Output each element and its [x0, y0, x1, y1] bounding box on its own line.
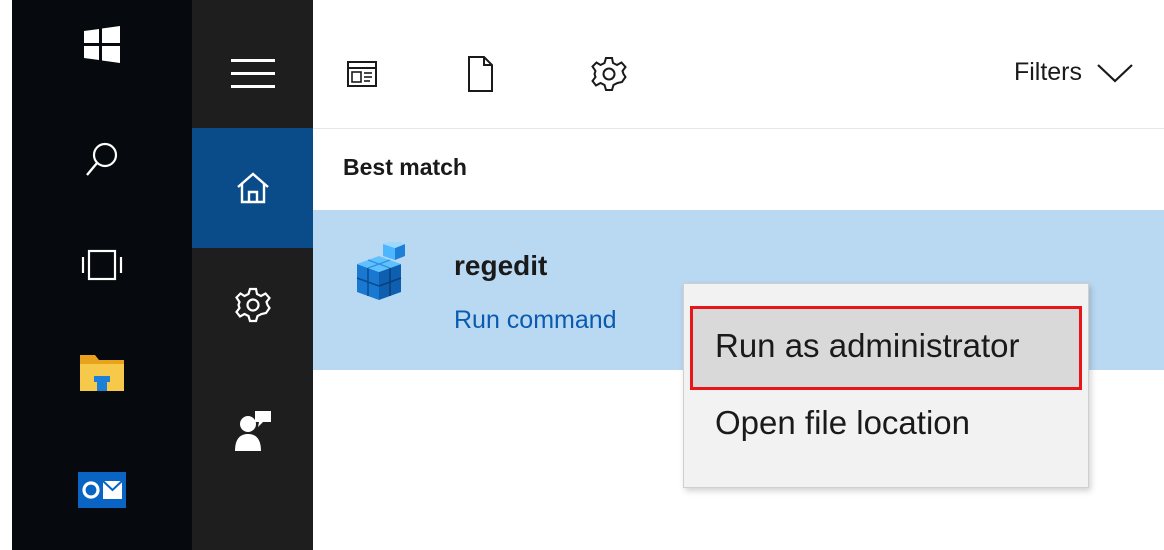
- result-app-name: regedit: [454, 250, 548, 281]
- file-explorer-button[interactable]: [12, 342, 192, 402]
- home-icon: [236, 172, 269, 204]
- documents-icon: [468, 56, 493, 92]
- nav-feedback-button[interactable]: [192, 395, 313, 465]
- outlook-icon: [78, 472, 126, 508]
- documents-filter-button[interactable]: [455, 46, 505, 102]
- menu-item-label: Run as administrator: [715, 327, 1020, 364]
- open-file-location-menu-item[interactable]: Open file location: [684, 394, 1088, 454]
- nav-home-button[interactable]: [192, 128, 313, 248]
- best-match-heading: Best match: [343, 154, 467, 180]
- task-view-icon: [81, 249, 123, 281]
- task-view-button[interactable]: [12, 235, 192, 295]
- filters-label: Filters: [1013, 58, 1082, 86]
- run-as-administrator-menu-item[interactable]: Run as administrator: [684, 306, 1088, 390]
- file-explorer-icon: [80, 355, 124, 391]
- apps-icon: [347, 61, 377, 87]
- settings-icon: [591, 57, 627, 91]
- search-icon: [86, 142, 118, 176]
- start-button[interactable]: [12, 15, 192, 75]
- menu-item-label: Open file location: [715, 404, 970, 441]
- settings-filter-button[interactable]: [584, 46, 634, 102]
- filters-dropdown[interactable]: Filters: [1014, 58, 1134, 87]
- apps-filter-button[interactable]: [337, 46, 387, 102]
- start-navigation: [192, 0, 313, 550]
- left-margin: [0, 0, 12, 550]
- result-app-type: Run command: [454, 306, 617, 334]
- context-menu: Run as administrator Open file location: [683, 283, 1089, 488]
- taskbar: [12, 0, 192, 550]
- hamburger-menu-icon: [230, 59, 275, 88]
- settings-icon: [234, 287, 271, 323]
- registry-editor-icon: [356, 242, 405, 300]
- feedback-icon: [234, 411, 271, 451]
- nav-settings-button[interactable]: [192, 270, 313, 340]
- chevron-down-icon: [1097, 63, 1133, 83]
- outlook-button[interactable]: [12, 460, 192, 520]
- search-toolbar: Filters: [313, 0, 1164, 129]
- search-button[interactable]: [12, 130, 192, 190]
- windows-start-icon: [84, 26, 120, 63]
- menu-expand-button[interactable]: [192, 40, 313, 106]
